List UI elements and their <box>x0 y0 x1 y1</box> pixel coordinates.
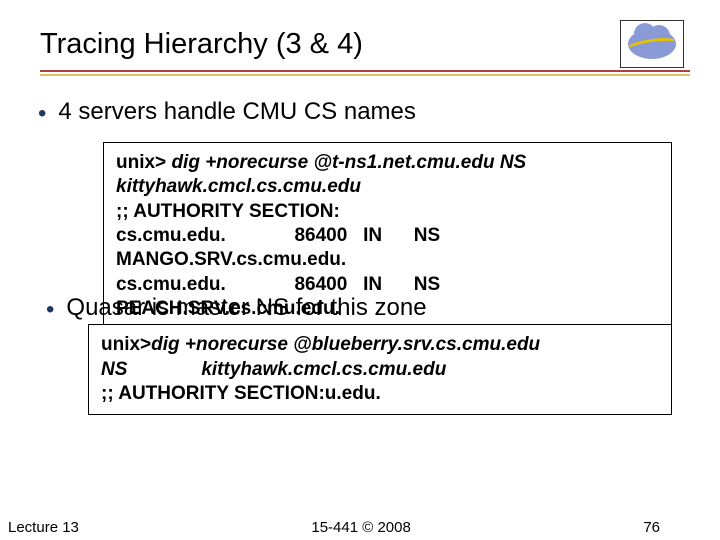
box2-authority-header: ;; AUTHORITY SECTION:u.edu. <box>101 382 659 406</box>
box1-authority-header: ;; AUTHORITY SECTION: <box>116 200 659 224</box>
bullet-dot-icon: • <box>46 296 54 324</box>
slide-body: • 4 servers handle CMU CS names unix> di… <box>30 98 690 415</box>
bullet-2-text: Quasar is master NS for this zone <box>66 294 426 324</box>
box1-cmd-line-1: unix> dig +norecurse @t-ns1.net.cmu.edu … <box>116 151 659 175</box>
bullet-1-text: 4 servers handle CMU CS names <box>58 98 415 126</box>
title-underline <box>40 70 690 74</box>
slide-title: Tracing Hierarchy (3 & 4) <box>40 28 363 61</box>
slide: Tracing Hierarchy (3 & 4) • 4 servers ha… <box>0 0 720 540</box>
logo-box <box>620 20 684 68</box>
box1-cmd-line-2: kittyhawk.cmcl.cs.cmu.edu <box>116 175 659 199</box>
box1-record-1a: cs.cmu.edu. 86400 IN NS <box>116 224 659 248</box>
bullet-2: • Quasar is master NS for this zone <box>46 294 427 324</box>
box1-record-1b: MANGO.SRV.cs.cmu.edu. <box>116 248 659 272</box>
box2-cmd-line-1: unix>dig +norecurse @blueberry.srv.cs.cm… <box>101 333 659 357</box>
bullet-1: • 4 servers handle CMU CS names <box>38 98 690 128</box>
bullet-dot-icon: • <box>38 100 46 128</box>
overlay-region: unix> dig +norecurse @t-ns1.net.cmu.edu … <box>38 142 690 415</box>
footer-left: Lecture 13 <box>8 519 79 536</box>
terminal-box-2: unix>dig +norecurse @blueberry.srv.cs.cm… <box>88 324 672 415</box>
slide-footer: Lecture 13 15-441 © 2008 76 <box>0 519 720 536</box>
footer-center: 15-441 © 2008 <box>79 519 643 536</box>
title-row: Tracing Hierarchy (3 & 4) <box>40 20 690 68</box>
footer-page-number: 76 <box>643 519 660 536</box>
box2-cmd-line-2: NS kittyhawk.cmcl.cs.cmu.edu <box>101 358 659 382</box>
